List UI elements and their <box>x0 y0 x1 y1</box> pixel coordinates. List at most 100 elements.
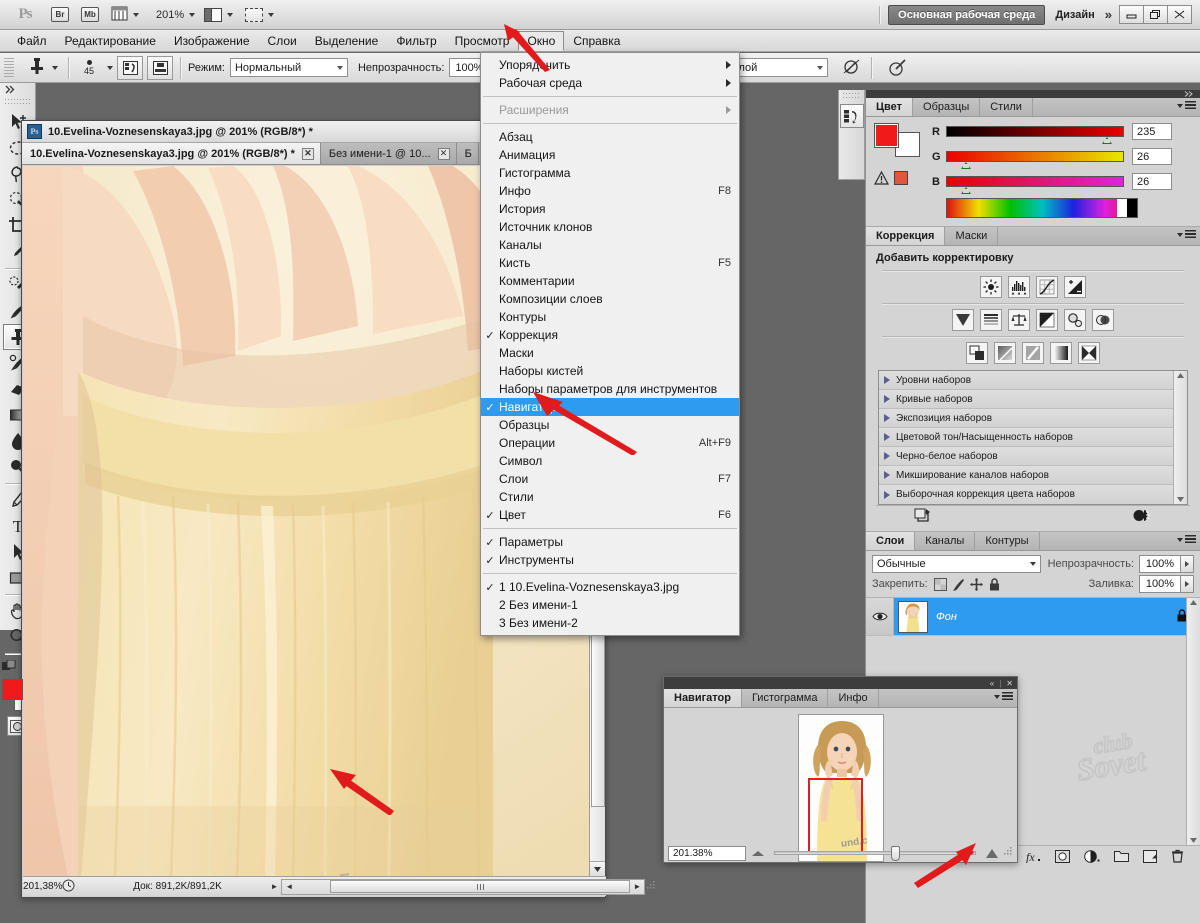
tab-histogram[interactable]: Гистограмма <box>742 689 829 707</box>
tab-color[interactable]: Цвет <box>866 98 914 116</box>
close-icon[interactable]: ✕ <box>1006 679 1013 688</box>
clip-to-layer-icon[interactable] <box>914 508 932 526</box>
menu-item-document-1[interactable]: ✓ 1 10.Evelina-Voznesenskaya3.jpg <box>481 578 739 596</box>
launch-mini-bridge-button[interactable]: Mb <box>78 4 102 26</box>
menu-item-tool-presets[interactable]: Наборы параметров для инструментов <box>481 380 739 398</box>
table-row[interactable]: Фон <box>866 598 1200 636</box>
new-layer-icon[interactable] <box>1143 849 1157 866</box>
menu-view[interactable]: Просмотр <box>446 31 519 51</box>
close-button[interactable] <box>1167 5 1192 24</box>
minimize-button[interactable] <box>1119 5 1144 24</box>
layer-style-fx-icon[interactable]: fx <box>1025 850 1041 866</box>
menu-help[interactable]: Справка <box>564 31 629 51</box>
menu-item-brush[interactable]: Кисть F5 <box>481 254 739 272</box>
screen-modes-icon[interactable] <box>1 659 16 673</box>
selective-color-icon[interactable] <box>1078 342 1100 364</box>
menu-layers[interactable]: Слои <box>259 31 306 51</box>
curves-icon[interactable] <box>1036 276 1058 298</box>
layers-panel-menu-button[interactable] <box>1177 535 1196 544</box>
lock-position-icon[interactable] <box>969 576 985 592</box>
black-white-icon[interactable] <box>1036 309 1058 331</box>
workspace-essentials-button[interactable]: Основная рабочая среда <box>888 4 1046 25</box>
layer-opacity-stepper-icon[interactable] <box>1181 554 1194 573</box>
photo-filter-icon[interactable] <box>1064 309 1086 331</box>
gradient-map-icon[interactable] <box>1050 342 1072 364</box>
menu-item-brush-presets[interactable]: Наборы кистей <box>481 362 739 380</box>
menu-item-paragraph[interactable]: Абзац <box>481 128 739 146</box>
vibrance-icon[interactable] <box>952 309 974 331</box>
menu-item-navigator[interactable]: ✓ Навигатор <box>481 398 739 416</box>
hue-saturation-icon[interactable] <box>980 309 1002 331</box>
zoom-chevron-down-icon[interactable] <box>189 12 196 17</box>
status-zoom-value[interactable]: 201,38% <box>23 881 62 892</box>
slider-thumb-r[interactable] <box>1101 137 1112 144</box>
toggle-brush-panel-button[interactable] <box>117 55 143 80</box>
layer-blend-mode-select[interactable]: Обычные <box>872 554 1041 573</box>
scroll-down-button[interactable] <box>590 861 605 876</box>
menu-item-options[interactable]: ✓ Параметры <box>481 533 739 551</box>
tab-info[interactable]: Инфо <box>828 689 879 707</box>
layer-visibility-toggle[interactable] <box>866 598 894 635</box>
lock-transparent-pixels-icon[interactable] <box>933 576 949 592</box>
collapse-icon[interactable]: « <box>990 679 994 688</box>
menu-item-tools[interactable]: ✓ Инструменты <box>481 551 739 569</box>
history-panel-button[interactable] <box>839 104 864 128</box>
menu-item-paths[interactable]: Контуры <box>481 308 739 326</box>
navigator-panel-menu-button[interactable] <box>994 692 1013 701</box>
menu-item-styles[interactable]: Стили <box>481 488 739 506</box>
slider-value-b[interactable]: 26 <box>1132 173 1172 190</box>
zoom-level-value[interactable]: 201% <box>156 9 184 21</box>
menu-image[interactable]: Изображение <box>165 31 259 51</box>
toggle-clone-source-panel-button[interactable] <box>147 55 173 80</box>
scroll-left-button[interactable]: ◄ <box>282 882 296 891</box>
tab-paths[interactable]: Контуры <box>975 532 1040 550</box>
menu-item-extensions[interactable]: Расширения <box>481 101 739 119</box>
preset-channel-mixer[interactable]: Микширование каналов наборов <box>879 466 1173 485</box>
threshold-icon[interactable] <box>1022 342 1044 364</box>
document-tab-1[interactable]: 10.Evelina-Voznesenskaya3.jpg @ 201% (RG… <box>22 143 321 164</box>
navigator-zoom-slider[interactable] <box>774 846 976 861</box>
close-icon[interactable]: ✕ <box>301 147 314 160</box>
slider-track-r[interactable] <box>946 126 1124 144</box>
restore-button[interactable] <box>1143 5 1168 24</box>
preset-exposure[interactable]: Экспозиция наборов <box>879 409 1173 428</box>
lock-image-pixels-icon[interactable] <box>951 576 967 592</box>
menu-item-histogram[interactable]: Гистограмма <box>481 164 739 182</box>
arrange-documents-button[interactable] <box>201 4 236 26</box>
menu-item-actions[interactable]: Операции Alt+F9 <box>481 434 739 452</box>
close-icon[interactable]: ✕ <box>437 147 450 160</box>
tab-styles[interactable]: Стили <box>980 98 1033 116</box>
navigator-zoom-value[interactable]: 201.38% <box>668 845 746 861</box>
menu-edit[interactable]: Редактирование <box>56 31 165 51</box>
tab-layers[interactable]: Слои <box>866 532 916 550</box>
zoom-out-small-mountain-icon[interactable] <box>752 850 764 856</box>
layer-thumbnail[interactable] <box>898 600 928 633</box>
tab-adjustments[interactable]: Коррекция <box>866 227 946 245</box>
tab-channels[interactable]: Каналы <box>915 532 976 550</box>
menu-file[interactable]: Файл <box>8 31 56 51</box>
foreground-color-swatch[interactable] <box>1 679 23 700</box>
brush-preset-picker[interactable]: 45 <box>76 59 102 76</box>
presets-scrollbar[interactable] <box>1173 371 1187 504</box>
navigator-zoom-slider-thumb[interactable] <box>891 846 900 861</box>
out-of-gamut-warning[interactable] <box>874 171 932 185</box>
zoom-in-large-mountain-icon[interactable] <box>986 848 998 858</box>
slider-value-r[interactable]: 235 <box>1132 123 1172 140</box>
menu-item-masks[interactable]: Маски <box>481 344 739 362</box>
tab-swatches[interactable]: Образцы <box>913 98 981 116</box>
menu-item-layer-comps[interactable]: Композиции слоев <box>481 290 739 308</box>
tablet-pressure-button[interactable] <box>885 57 910 79</box>
view-previous-state-icon[interactable] <box>1132 509 1152 525</box>
scroll-right-button[interactable]: ► <box>630 882 644 891</box>
status-popup-arrow-icon[interactable]: ► <box>267 882 281 891</box>
menu-item-color[interactable]: ✓ Цвет F6 <box>481 506 739 524</box>
delete-layer-icon[interactable] <box>1171 849 1184 866</box>
black-swatch[interactable] <box>1127 199 1137 217</box>
menu-item-document-3[interactable]: 3 Без имени-2 <box>481 614 739 632</box>
menu-item-layers[interactable]: Слои F7 <box>481 470 739 488</box>
toolbox-drag-handle[interactable] <box>5 98 30 105</box>
view-extras-button[interactable] <box>108 4 142 26</box>
exposure-icon[interactable] <box>1064 276 1086 298</box>
menu-item-workspace[interactable]: Рабочая среда <box>481 74 739 92</box>
invert-icon[interactable] <box>966 342 988 364</box>
